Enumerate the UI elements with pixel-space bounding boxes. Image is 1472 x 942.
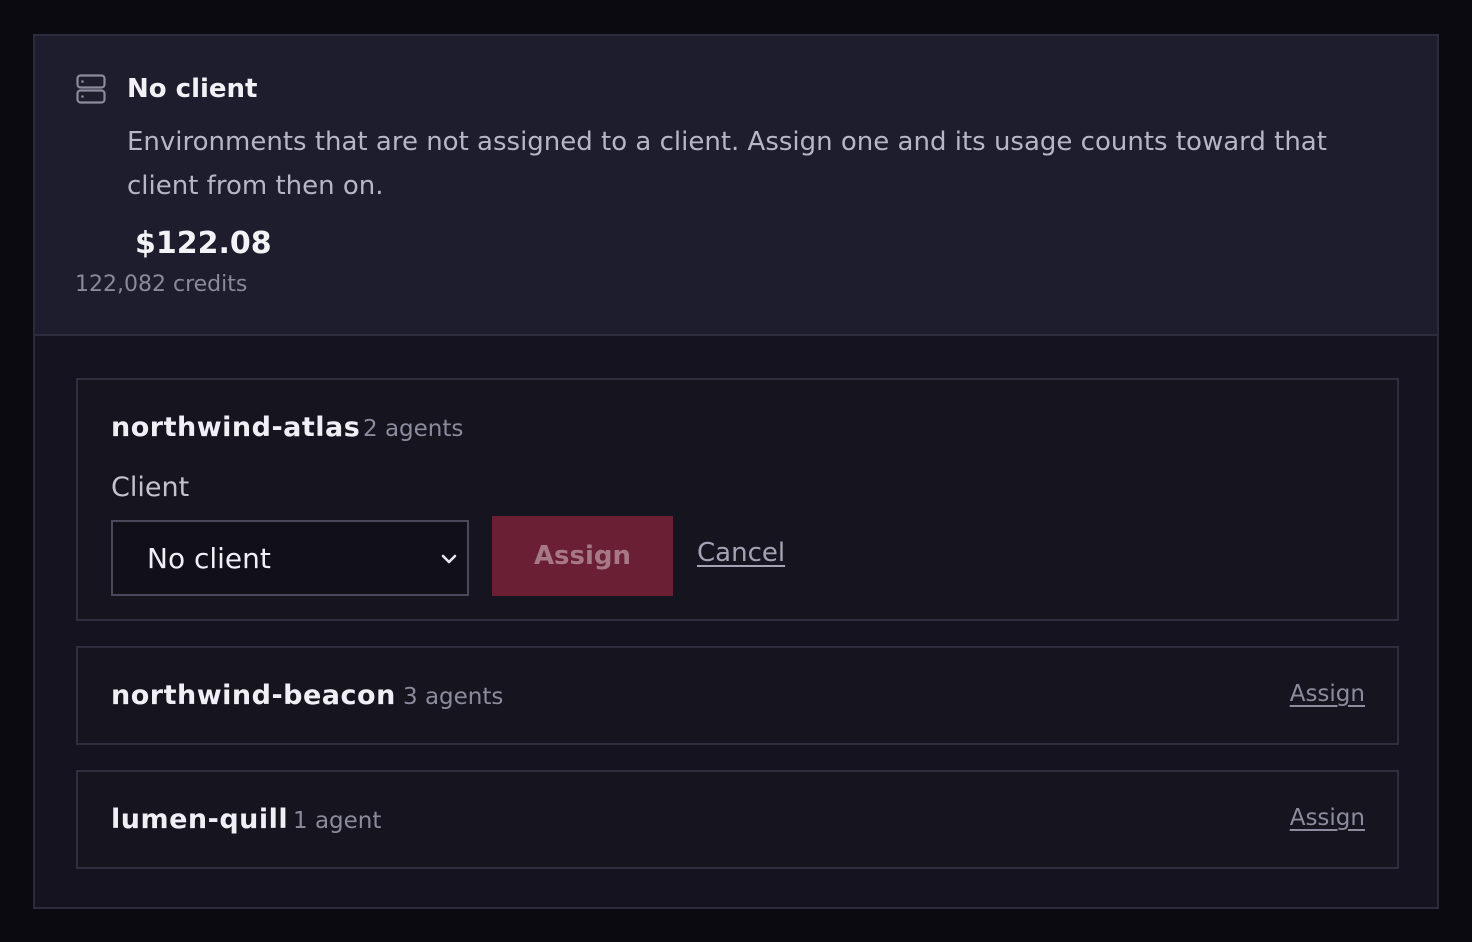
- environment-name: northwind-atlas: [111, 412, 361, 443]
- group-description: Environments that are not assigned to a …: [127, 127, 1327, 201]
- panel-header: No client Environments that are not assi…: [35, 36, 1437, 336]
- group-title: No client: [127, 74, 258, 104]
- agent-count: 2 agents: [363, 416, 464, 442]
- agent-count: 3 agents: [403, 684, 504, 710]
- cancel-link[interactable]: Cancel: [697, 538, 785, 568]
- server-icon: [76, 74, 106, 104]
- client-select-value: No client: [147, 542, 271, 575]
- client-select[interactable]: No client: [111, 520, 469, 596]
- client-label: Client: [111, 472, 190, 503]
- environment-name: lumen-quill: [111, 804, 289, 835]
- assign-link[interactable]: Assign: [1290, 681, 1365, 707]
- environment-name: northwind-beacon: [111, 680, 396, 711]
- agent-count: 1 agent: [293, 808, 382, 834]
- usage-amount: $122.08: [135, 226, 272, 261]
- usage-credits: 122,082 credits: [75, 272, 248, 297]
- environment-card-northwind-atlas: northwind-atlas 2 agents Client No clien…: [76, 378, 1399, 621]
- assign-button[interactable]: Assign: [492, 516, 673, 596]
- no-client-panel: No client Environments that are not assi…: [33, 34, 1439, 909]
- environment-card-lumen-quill: lumen-quill 1 agent Assign: [76, 770, 1399, 869]
- assign-link[interactable]: Assign: [1290, 805, 1365, 831]
- environment-card-northwind-beacon: northwind-beacon 3 agents Assign: [76, 646, 1399, 745]
- chevron-down-icon: [441, 554, 457, 564]
